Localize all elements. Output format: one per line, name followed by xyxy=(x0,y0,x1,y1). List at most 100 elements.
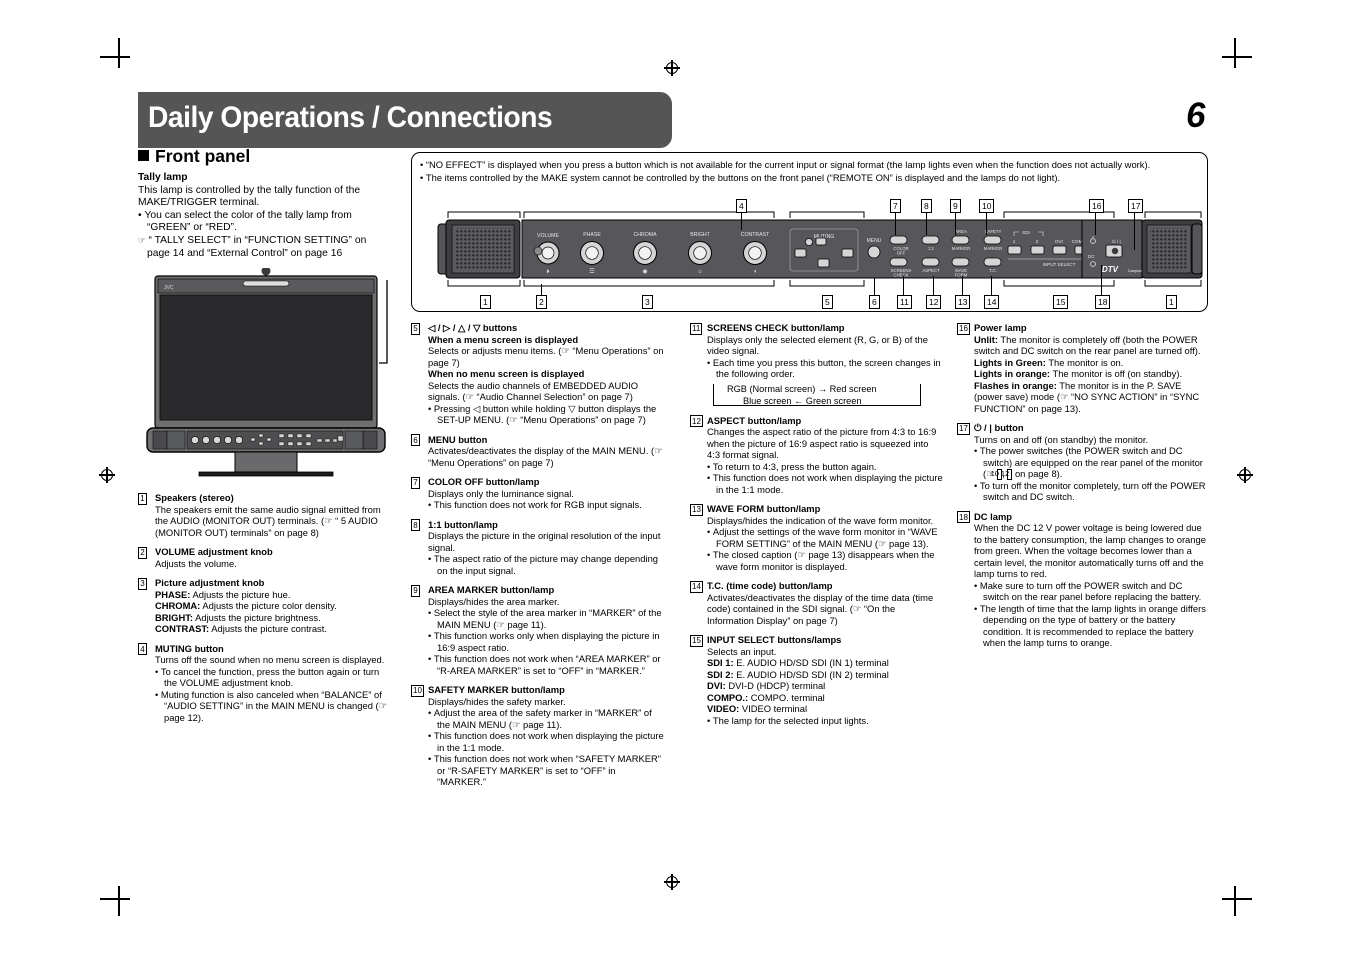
flow-loop-bracket xyxy=(713,383,921,406)
callout-2: 2 xyxy=(536,295,547,309)
item-body: The speakers emit the same audio signal … xyxy=(155,503,381,538)
item-title: ◁ / ▷ / △ / ▽ buttons xyxy=(428,322,518,333)
callout-9: 9 xyxy=(950,199,961,213)
svg-text:☼: ☼ xyxy=(697,269,703,275)
callout-leader xyxy=(541,284,542,295)
item-6-menu: 6 MENU button Activates/deactivates the … xyxy=(411,434,665,469)
callout-leader xyxy=(895,212,896,235)
item-number: 18 xyxy=(957,511,970,523)
svg-text:MARKER: MARKER xyxy=(984,246,1002,251)
callout-leader xyxy=(1095,212,1096,235)
item-body: Adjusts the volume. xyxy=(155,557,237,569)
item-bullet: • Each time you press this button, the s… xyxy=(707,356,941,380)
callout-leader xyxy=(1101,265,1102,295)
svg-text:2: 2 xyxy=(1036,239,1039,244)
pointing-hand-icon: ☞ xyxy=(138,235,146,246)
item-body: Displays/hides the indication of the wav… xyxy=(707,514,934,526)
item-3-picture-adjust: 3 Picture adjustment knob PHASE: Adjusts… xyxy=(138,577,388,635)
item-line: BRIGHT: Adjusts the picture brightness. xyxy=(155,611,321,623)
item-bullet: • Pressing ◁ button while holding ▽ butt… xyxy=(428,402,657,426)
item-title: ⏻ / | button xyxy=(974,422,1024,433)
item-line: DVI: DVI-D (HDCP) terminal xyxy=(707,680,826,691)
item-number: 5 xyxy=(411,322,420,335)
text-column-3: 11 SCREENS CHECK button/lamp Displays on… xyxy=(690,322,944,734)
crop-mark xyxy=(1234,38,1236,68)
item-9-area-marker: 9 AREA MARKER button/lamp Displays/hides… xyxy=(411,584,665,676)
item-bullet: • Select the style of the area marker in… xyxy=(428,607,662,630)
section-heading: Front panel xyxy=(138,146,250,167)
item-title: ASPECT button/lamp xyxy=(707,414,802,426)
tally-bullet-1: • You can select the color of the tally … xyxy=(138,209,352,234)
item-bullet: • To turn off the monitor completely, tu… xyxy=(974,479,1206,503)
item-body: Turns off the sound when no menu screen … xyxy=(155,654,385,665)
item-title: WAVE FORM button/lamp xyxy=(707,503,821,514)
crop-mark xyxy=(118,886,120,916)
svg-text:T.C.: T.C. xyxy=(989,268,997,273)
item-bullet: • Make sure to turn off the POWER switch… xyxy=(974,579,1202,603)
svg-text:⏻ / |: ⏻ / | xyxy=(1112,239,1121,244)
item-line: CHROMA: Adjusts the picture color densit… xyxy=(155,600,337,611)
svg-text:JVC: JVC xyxy=(164,285,174,291)
svg-text:⏵: ⏵ xyxy=(546,268,549,275)
item-body: Displays/hides the area marker. xyxy=(428,595,560,607)
callout-6: 6 xyxy=(869,295,880,309)
tally-reference: ☞ “ TALLY SELECT” in “FUNCTION SETTING” … xyxy=(138,234,367,259)
item-line: SDI 2: E. AUDIO HD/SD SDI (IN 2) termina… xyxy=(707,668,889,680)
item-body: Displays the picture in the original res… xyxy=(428,530,661,553)
item-number: 3 xyxy=(138,577,147,590)
line-rest: Adjusts the picture brightness. xyxy=(195,611,321,623)
square-bullet-icon xyxy=(138,150,149,161)
callout-12: 12 xyxy=(926,295,942,309)
tally-line1: This lamp is controlled by the tally fun… xyxy=(138,184,361,209)
svg-text:ASPECT: ASPECT xyxy=(922,268,940,273)
svg-text:BRIGHT: BRIGHT xyxy=(690,232,710,238)
ref-chip-12: 12 xyxy=(1001,468,1013,480)
callout-5: 5 xyxy=(822,295,833,309)
item-7-color-off: 7 COLOR OFF button/lamp Displays only th… xyxy=(411,476,665,511)
callout-leader xyxy=(962,276,963,295)
item-17-power-button: 17 ⏻ / | button Turns on and off (on sta… xyxy=(957,422,1207,503)
item-number: 12 xyxy=(690,415,703,427)
item-line: Lights in orange: The monitor is off (on… xyxy=(974,368,1183,379)
svg-text:◉: ◉ xyxy=(642,269,647,275)
item-title: Power lamp xyxy=(974,322,1027,333)
registration-mark xyxy=(1237,467,1253,483)
item-number: 8 xyxy=(411,519,420,531)
tally-heading: Tally lamp xyxy=(138,172,188,183)
crop-mark xyxy=(1222,898,1252,900)
item-bullet: • Adjust the settings of the wave form m… xyxy=(707,526,938,549)
item-body: Selects the audio channels of EMBEDDED A… xyxy=(428,379,638,403)
line-rest: Adjusts the picture contrast. xyxy=(211,623,327,634)
line-rest: Adjusts the picture color density. xyxy=(202,600,337,611)
item-number: 9 xyxy=(411,584,420,597)
callout-leader xyxy=(874,278,875,295)
callout-16: 16 xyxy=(1089,199,1105,213)
callout-8: 8 xyxy=(921,199,932,213)
item-8-one-to-one: 8 1:1 button/lamp Displays the picture i… xyxy=(411,519,665,577)
callout-3: 3 xyxy=(642,295,653,309)
svg-text:CHROMA: CHROMA xyxy=(633,232,657,238)
item-body: Displays only the selected element (R, G… xyxy=(707,333,928,357)
item-body: Changes the aspect ratio of the picture … xyxy=(707,426,937,460)
item-body: Displays/hides the safety marker. xyxy=(428,695,566,707)
callout-leader xyxy=(926,212,927,235)
item-body: Activates/deactivates the display of the… xyxy=(707,591,934,626)
item-number: 2 xyxy=(138,546,147,559)
item-bullet: • To cancel the function, press the butt… xyxy=(155,665,380,689)
item-body: When the DC 12 V power voltage is being … xyxy=(974,522,1206,579)
item-12-aspect: 12 ASPECT button/lamp Changes the aspect… xyxy=(690,415,944,496)
item-number: 11 xyxy=(690,322,703,335)
item-title: Speakers (stereo) xyxy=(155,492,234,503)
svg-text:OFF: OFF xyxy=(897,251,906,256)
item-body: Activates/deactivates the display of the… xyxy=(428,445,663,468)
manual-page: Daily Operations / Connections 6 Front p… xyxy=(0,0,1352,954)
monitor-illustration: JVC xyxy=(143,266,390,480)
power-icon: ⏻ xyxy=(974,422,982,433)
page-title: Daily Operations / Connections xyxy=(148,101,553,134)
item-body: Selects an input. xyxy=(707,645,777,657)
note-bullet-1: • “NO EFFECT” is displayed when you pres… xyxy=(420,159,1151,170)
item-title: INPUT SELECT buttons/lamps xyxy=(707,634,842,645)
item-title: VOLUME adjustment knob xyxy=(155,546,273,557)
item-bullet: • Adjust the area of the safety marker i… xyxy=(428,707,652,730)
tally-lamp-intro: Tally lamp This lamp is controlled by th… xyxy=(138,172,383,260)
